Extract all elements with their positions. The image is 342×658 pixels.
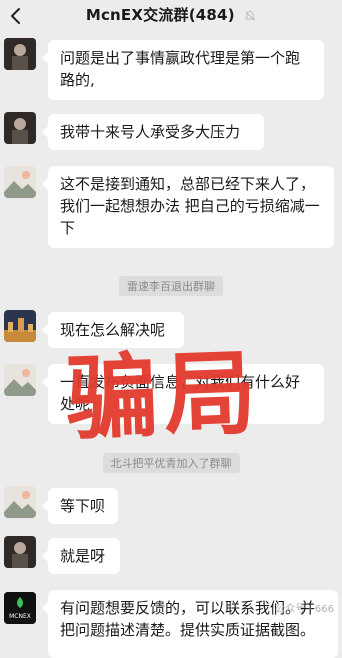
user-photo-icon: [4, 38, 36, 70]
system-notice: 雷速李百退出群聊: [0, 275, 342, 296]
message-text: 我带十来号人承受多大压力: [60, 123, 241, 141]
landscape-avatar-icon: [4, 364, 36, 396]
night-city-avatar-icon: [4, 310, 36, 342]
avatar[interactable]: [4, 486, 36, 518]
chat-header: McnEX交流群(484): [0, 0, 342, 32]
message-text: 这不是接到通知，总部已经下来人了，我们一起想想办法 把自己的亏损缩减一下: [60, 175, 320, 237]
user-photo-icon: [4, 536, 36, 568]
mcnex-logo-icon: MCNEX: [4, 592, 36, 624]
avatar[interactable]: [4, 364, 36, 396]
chat-title: McnEX交流群(484): [0, 4, 342, 25]
chat-title-text: McnEX交流群(484): [85, 6, 235, 24]
message-bubble[interactable]: 问题是出了事情赢政代理是第一个跑路的,: [42, 40, 324, 100]
avatar[interactable]: [4, 536, 36, 568]
avatar[interactable]: [4, 112, 36, 144]
scam-stamp-overlay: 骗局: [64, 339, 264, 453]
system-notice-text: 雷速李百退出群聊: [119, 276, 223, 296]
mute-bell-icon: [245, 10, 256, 21]
message-bubble[interactable]: 我带十来号人承受多大压力: [42, 114, 264, 150]
landscape-avatar-icon: [4, 486, 36, 518]
message-bubble[interactable]: 这不是接到通知，总部已经下来人了，我们一起想想办法 把自己的亏损缩减一下: [42, 166, 334, 248]
avatar[interactable]: [4, 38, 36, 70]
message-text: 问题是出了事情赢政代理是第一个跑路的,: [60, 49, 301, 89]
logo-text: MCNEX: [9, 613, 31, 620]
user-photo-icon: [4, 112, 36, 144]
message-bubble[interactable]: 等下呗: [42, 488, 118, 524]
official-avatar[interactable]: MCNEX: [4, 592, 36, 624]
landscape-avatar-icon: [4, 166, 36, 198]
avatar[interactable]: [4, 310, 36, 342]
avatar[interactable]: [4, 166, 36, 198]
watermark: 公众号 · 666: [275, 604, 334, 615]
message-text: 就是呀: [60, 547, 106, 565]
message-text: 等下呗: [60, 497, 106, 515]
message-bubble[interactable]: 就是呀: [42, 538, 120, 574]
